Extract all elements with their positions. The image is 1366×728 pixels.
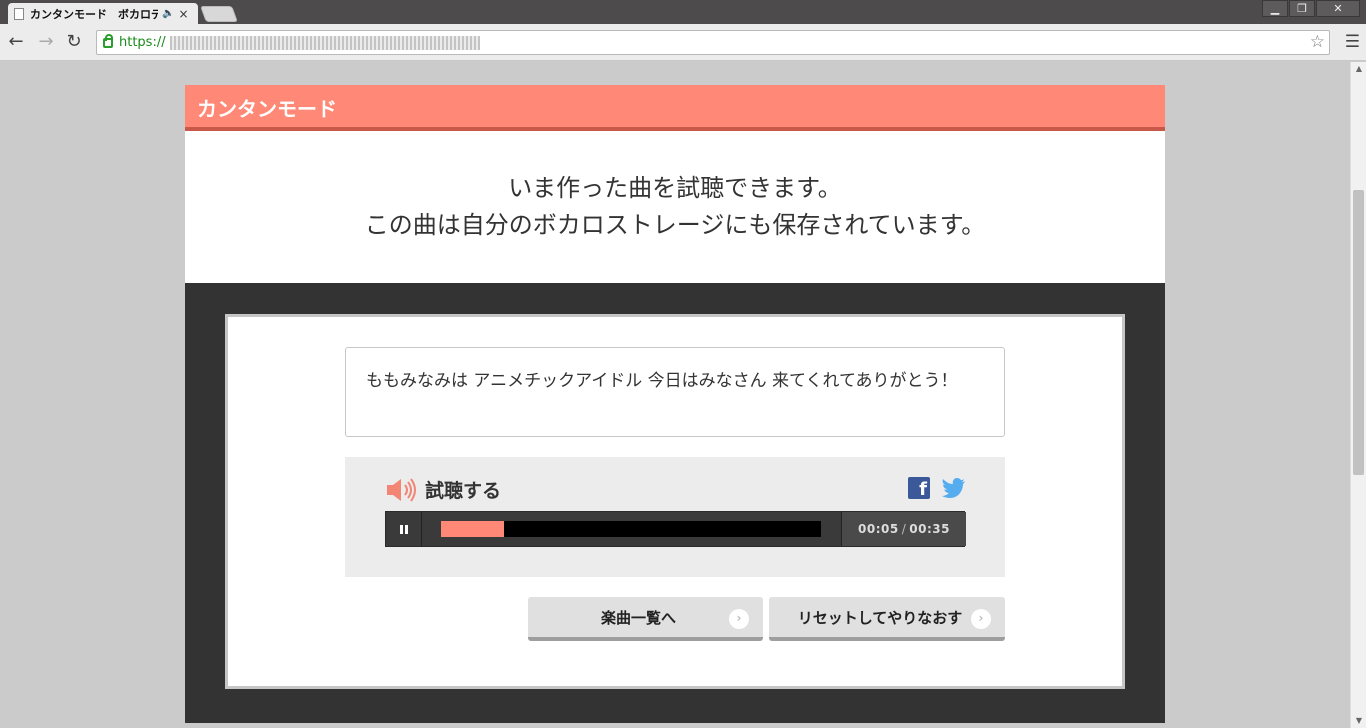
pause-icon: [404, 524, 408, 534]
reload-button[interactable]: ↻: [64, 32, 84, 52]
restore-button[interactable]: ❐: [1289, 0, 1315, 17]
chevron-right-icon: ›: [729, 609, 749, 629]
url-scheme: https://: [119, 35, 166, 50]
new-tab-button[interactable]: [200, 6, 238, 22]
progress-fill: [441, 521, 505, 537]
current-time: 00:05: [858, 522, 899, 536]
reset-button[interactable]: リセットしてやりなおす ›: [769, 597, 1005, 641]
song-list-button[interactable]: 楽曲一覧へ ›: [528, 597, 763, 641]
page-scrollbar[interactable]: ▲ ▼: [1350, 62, 1366, 728]
forward-button[interactable]: →: [36, 32, 56, 52]
progress-track[interactable]: [441, 521, 821, 537]
pause-icon: [399, 524, 403, 534]
time-separator: /: [901, 522, 907, 536]
back-button[interactable]: ←: [6, 32, 26, 52]
easy-mode-card: カンタンモード いま作った曲を試聴できます。 この曲は自分のボカロストレージにも…: [185, 85, 1165, 723]
window-controls: ▁ ❐ ✕: [1261, 0, 1360, 17]
chevron-right-icon: ›: [971, 609, 991, 629]
pause-button[interactable]: [386, 512, 422, 546]
twitter-icon[interactable]: [942, 478, 966, 500]
time-display: 00:05 / 00:35: [841, 512, 966, 546]
listen-label: 試聴する: [425, 480, 502, 502]
tab-title: カンタンモード ボカロデュ: [30, 7, 158, 21]
scroll-down-arrow[interactable]: ▼: [1351, 714, 1366, 728]
reset-button-label: リセットしてやりなおす: [797, 608, 963, 627]
page-viewport: カンタンモード いま作った曲を試聴できます。 この曲は自分のボカロストレージにも…: [0, 62, 1350, 728]
url-redacted: [169, 35, 480, 50]
intro-message: いま作った曲を試聴できます。 この曲は自分のボカロストレージにも保存されています…: [185, 131, 1165, 283]
window-close-button[interactable]: ✕: [1316, 0, 1360, 17]
browser-tab[interactable]: カンタンモード ボカロデュ 🔈 ×: [8, 3, 198, 24]
browser-toolbar: ← → ↻ https:// ☆ ☰: [0, 24, 1366, 61]
speaker-icon[interactable]: 🔈: [162, 8, 174, 19]
document-icon: [14, 7, 24, 20]
song-list-button-label: 楽曲一覧へ: [600, 608, 676, 627]
player-inner-box: ももみなみは アニメチックアイドル 今日はみなさん 来てくれてありがとう！ 試聴…: [225, 314, 1125, 689]
lock-icon: [103, 33, 113, 48]
close-icon[interactable]: ×: [178, 7, 188, 21]
scroll-up-arrow[interactable]: ▲: [1351, 62, 1366, 76]
total-time: 00:35: [909, 522, 950, 536]
speaker-icon: [387, 478, 416, 502]
audio-panel: 試聴する f 00:05 / 00:35: [345, 457, 1005, 577]
browser-titlebar: カンタンモード ボカロデュ 🔈 × ▁ ❐ ✕: [0, 0, 1366, 24]
page-title: カンタンモード: [185, 85, 1165, 131]
minimize-button[interactable]: ▁: [1262, 0, 1288, 17]
scroll-thumb[interactable]: [1353, 190, 1364, 475]
intro-line-1: いま作った曲を試聴できます。: [508, 174, 842, 202]
bookmark-star-icon[interactable]: ☆: [1310, 32, 1325, 52]
address-bar[interactable]: https:// ☆: [96, 30, 1330, 55]
menu-icon[interactable]: ☰: [1345, 32, 1360, 52]
audio-player-bar: 00:05 / 00:35: [385, 511, 966, 547]
facebook-icon[interactable]: f: [908, 477, 930, 500]
player-area: ももみなみは アニメチックアイドル 今日はみなさん 来てくれてありがとう！ 試聴…: [185, 283, 1165, 723]
intro-line-2: この曲は自分のボカロストレージにも保存されています。: [364, 211, 986, 239]
lyrics-box: ももみなみは アニメチックアイドル 今日はみなさん 来てくれてありがとう！: [345, 347, 1005, 437]
